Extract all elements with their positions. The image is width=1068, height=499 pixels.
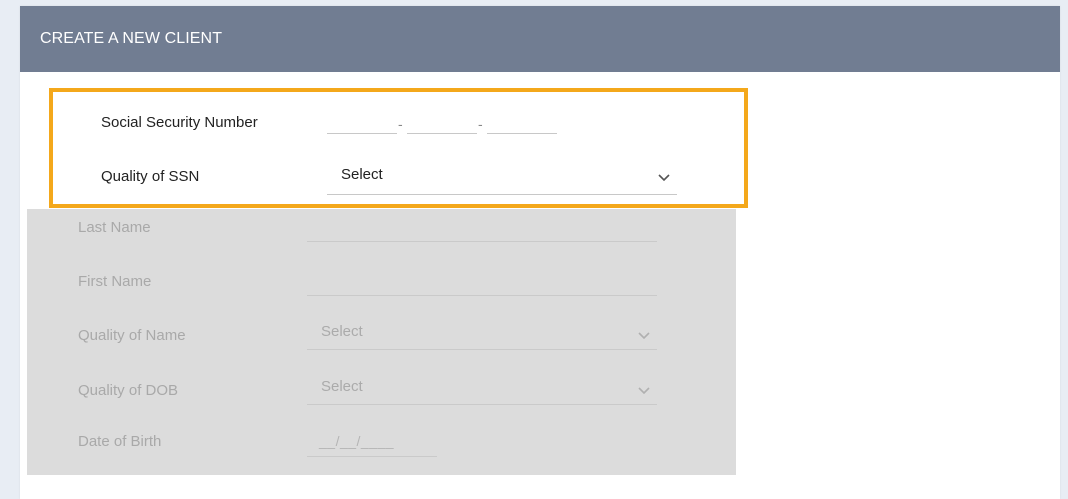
last-name-row: Last Name [27, 219, 736, 259]
ssn-field-part-1[interactable] [327, 133, 397, 134]
ssn-field-part-2[interactable] [407, 133, 477, 134]
panel-header: CREATE A NEW CLIENT [20, 6, 1060, 72]
page-title: CREATE A NEW CLIENT [40, 30, 223, 47]
first-name-field[interactable] [307, 295, 657, 296]
date-of-birth-row: Date of Birth __/__/____ [27, 433, 736, 473]
ssn-separator: - [478, 116, 483, 132]
quality-of-dob-value: Select [321, 378, 363, 395]
quality-of-dob-label: Quality of DOB [78, 382, 179, 399]
last-name-field[interactable] [307, 241, 657, 242]
quality-of-name-select[interactable]: Select [307, 319, 657, 350]
quality-of-dob-select[interactable]: Select [307, 374, 657, 405]
quality-of-ssn-row: Quality of SSN Select [53, 164, 744, 204]
chevron-down-icon [638, 332, 650, 340]
quality-of-ssn-value: Select [341, 166, 383, 183]
ssn-separator: - [398, 116, 403, 132]
quality-of-name-value: Select [321, 323, 363, 340]
ssn-field-part-3[interactable] [487, 133, 557, 134]
first-name-label: First Name [78, 273, 152, 290]
date-of-birth-label: Date of Birth [78, 433, 162, 450]
quality-of-name-row: Quality of Name Select [27, 323, 736, 363]
ssn-highlight-box: Social Security Number - - Quality of SS… [49, 88, 748, 208]
ssn-label: Social Security Number [101, 114, 258, 131]
chevron-down-icon [638, 387, 650, 395]
chevron-down-icon [658, 174, 670, 182]
date-of-birth-field[interactable]: __/__/____ [307, 433, 437, 457]
quality-of-ssn-label: Quality of SSN [101, 168, 200, 185]
first-name-row: First Name [27, 273, 736, 313]
quality-of-dob-row: Quality of DOB Select [27, 378, 736, 418]
quality-of-ssn-select[interactable]: Select [327, 164, 677, 195]
quality-of-name-label: Quality of Name [78, 327, 186, 344]
disabled-fields-area: Last Name First Name Quality of Name Sel… [27, 209, 736, 475]
ssn-row: Social Security Number - - [53, 114, 744, 154]
last-name-label: Last Name [78, 219, 151, 236]
